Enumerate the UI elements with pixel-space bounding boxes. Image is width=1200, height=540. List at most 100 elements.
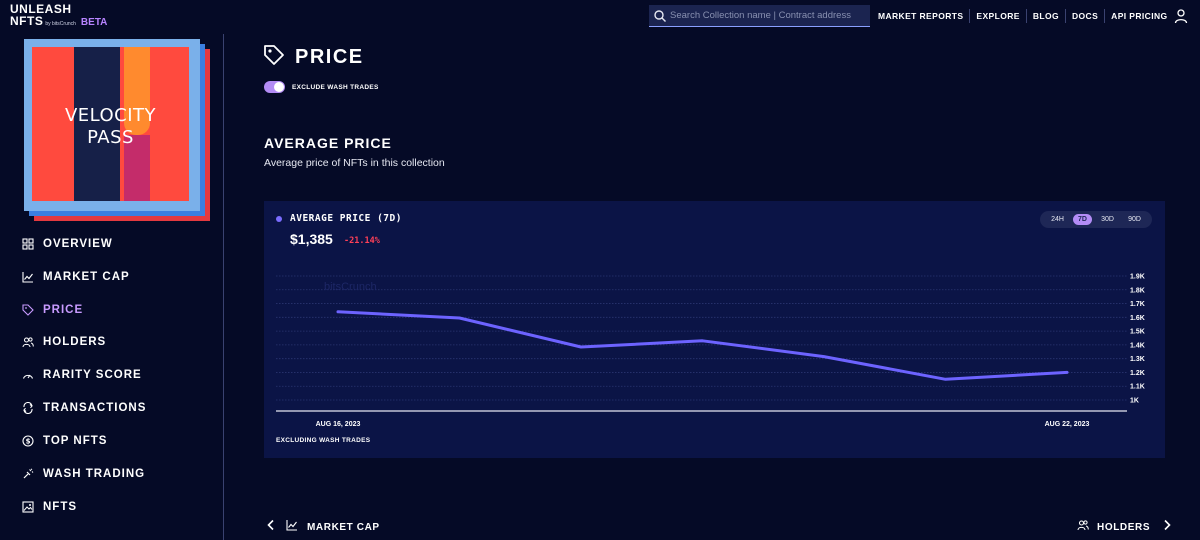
- average-price-chart-card: bitsCrunch 1K 1.1K 1.2K 1.3K 1.4K 1.5K 1.6K 1.7…: [264, 201, 1165, 458]
- range-90d[interactable]: 90D: [1123, 214, 1146, 225]
- top-header: UNLEASH NFTSby bitsCrunchBETA MARKET REP…: [0, 0, 1200, 34]
- svg-text:$: $: [26, 438, 31, 446]
- sidebar-item-label: MARKET CAP: [43, 271, 130, 283]
- users-icon: [1077, 518, 1089, 536]
- sidebar-item-label: TOP NFTS: [43, 435, 108, 447]
- top-nav: MARKET REPORTS EXPLORE BLOG DOCS API PRI…: [872, 0, 1174, 32]
- chevron-left-icon: [266, 518, 276, 536]
- sidebar-item-label: NFTS: [43, 501, 78, 513]
- section-title: AVERAGE PRICE: [264, 135, 392, 151]
- y-tick-label: 1.6K: [1130, 315, 1145, 322]
- price-change-badge: -21.14%: [344, 236, 380, 246]
- y-tick-label: 1.9K: [1130, 274, 1145, 281]
- nav-explore[interactable]: EXPLORE: [970, 11, 1025, 21]
- sidebar-item-top-nfts[interactable]: $ TOP NFTS: [22, 431, 212, 451]
- x-tick-label: AUG 16, 2023: [316, 421, 361, 428]
- page-title: PRICE: [263, 44, 364, 71]
- y-tick-label: 1.2K: [1130, 370, 1145, 377]
- series-point: [458, 316, 461, 320]
- tag-icon: [263, 44, 285, 71]
- tag-icon: [22, 304, 34, 316]
- cover-title-line2: PASS: [87, 127, 134, 148]
- chart-grid: [276, 275, 1127, 401]
- search-icon: [653, 9, 667, 23]
- y-axis-ticks: 1K 1.1K 1.2K 1.3K 1.4K 1.5K 1.6K 1.7K 1.8K 1.9K: [1130, 274, 1145, 405]
- trend-chart-icon: [22, 271, 34, 283]
- series-point: [822, 355, 826, 358]
- prev-section-link[interactable]: MARKET CAP: [266, 518, 380, 536]
- chart-watermark: bitsCrunch: [324, 281, 377, 293]
- sidebar-item-label: PRICE: [43, 304, 84, 316]
- logo-line2: NFTS: [10, 14, 44, 28]
- chart-legend: AVERAGE PRICE (7D): [276, 213, 402, 224]
- range-24h[interactable]: 24H: [1046, 214, 1069, 225]
- current-average-price: $1,385: [290, 231, 333, 247]
- user-profile-icon[interactable]: [1173, 8, 1189, 24]
- chart-footnote: EXCLUDING WASH TRADES: [276, 437, 371, 444]
- y-tick-label: 1.7K: [1130, 301, 1145, 308]
- cover-title-line1: VELOCITY: [64, 105, 157, 126]
- search-box[interactable]: [649, 5, 870, 27]
- series-point: [944, 378, 947, 381]
- next-section-link[interactable]: HOLDERS: [1077, 518, 1172, 536]
- collection-image: VELOCITY PASS: [32, 47, 189, 201]
- toggle-knob: [274, 82, 284, 92]
- swap-icon: [22, 402, 34, 414]
- wash-icon: [22, 468, 34, 480]
- x-axis-ticks: AUG 16, 2023 AUG 22, 2023: [316, 421, 1090, 428]
- collection-cover: VELOCITY PASS: [24, 39, 210, 221]
- nav-docs[interactable]: DOCS: [1066, 11, 1104, 21]
- range-30d[interactable]: 30D: [1096, 214, 1119, 225]
- logo-by: by bitsCrunch: [45, 21, 76, 27]
- users-icon: [22, 336, 34, 348]
- sidebar-item-overview[interactable]: OVERVIEW: [22, 234, 212, 254]
- nav-api-pricing[interactable]: API PRICING: [1105, 11, 1173, 21]
- section-subtitle: Average price of NFTs in this collection: [264, 157, 445, 169]
- series-point: [336, 310, 340, 314]
- grid-icon: [22, 238, 34, 250]
- sidebar-item-wash-trading[interactable]: WASH TRADING: [22, 464, 212, 484]
- exclude-wash-trades-toggle[interactable]: [264, 81, 285, 93]
- exclude-wash-trades-row: EXCLUDE WASH TRADES: [264, 81, 379, 93]
- average-price-series-line: [336, 310, 1069, 381]
- range-7d[interactable]: 7D: [1073, 214, 1092, 225]
- sidebar-item-label: WASH TRADING: [43, 468, 146, 480]
- sidebar-item-label: OVERVIEW: [43, 238, 113, 250]
- y-tick-label: 1.1K: [1130, 384, 1145, 391]
- sidebar: VELOCITY PASS OVERVIEW MARKET CAP PRICE …: [0, 34, 224, 540]
- legend-dot: [276, 215, 282, 222]
- y-tick-label: 1.4K: [1130, 342, 1145, 349]
- series-point: [701, 339, 704, 342]
- series-point: [1065, 371, 1069, 374]
- chevron-right-icon: [1162, 518, 1172, 536]
- x-tick-label: AUG 22, 2023: [1045, 421, 1090, 428]
- beta-badge: BETA: [80, 17, 108, 28]
- search-input[interactable]: [670, 10, 865, 21]
- sidebar-item-transactions[interactable]: TRANSACTIONS: [22, 398, 212, 418]
- prev-section-label: MARKET CAP: [307, 521, 380, 533]
- sidebar-item-price[interactable]: PRICE: [22, 300, 212, 320]
- legend-label: AVERAGE PRICE (7D): [290, 213, 402, 224]
- nav-market-reports[interactable]: MARKET REPORTS: [872, 11, 969, 21]
- nav-blog[interactable]: BLOG: [1027, 11, 1065, 21]
- sidebar-item-nfts[interactable]: NFTS: [22, 497, 212, 517]
- sidebar-item-market-cap[interactable]: MARKET CAP: [22, 267, 212, 287]
- next-section-label: HOLDERS: [1097, 521, 1151, 533]
- image-icon: [22, 501, 34, 513]
- y-tick-label: 1K: [1130, 398, 1139, 405]
- sidebar-item-label: HOLDERS: [43, 336, 107, 348]
- y-tick-label: 1.5K: [1130, 329, 1145, 336]
- y-tick-label: 1.3K: [1130, 356, 1145, 363]
- sidebar-item-holders[interactable]: HOLDERS: [22, 332, 212, 352]
- cover-title: VELOCITY PASS: [32, 105, 189, 149]
- price-line-chart: bitsCrunch 1K 1.1K 1.2K 1.3K 1.4K 1.5K 1.6K 1.7…: [276, 274, 1145, 428]
- y-tick-label: 1.8K: [1130, 287, 1145, 294]
- trend-chart-icon: [286, 518, 298, 536]
- page-title-text: PRICE: [295, 46, 364, 68]
- series-points: [336, 310, 1069, 381]
- gauge-icon: [22, 369, 34, 381]
- unleash-nfts-logo[interactable]: UNLEASH NFTS by bitsCrunch BETA: [10, 3, 108, 30]
- sidebar-item-label: RARITY SCORE: [43, 369, 142, 381]
- time-range-selector: 24H 7D 30D 90D: [1040, 211, 1152, 228]
- sidebar-item-rarity-score[interactable]: RARITY SCORE: [22, 365, 212, 385]
